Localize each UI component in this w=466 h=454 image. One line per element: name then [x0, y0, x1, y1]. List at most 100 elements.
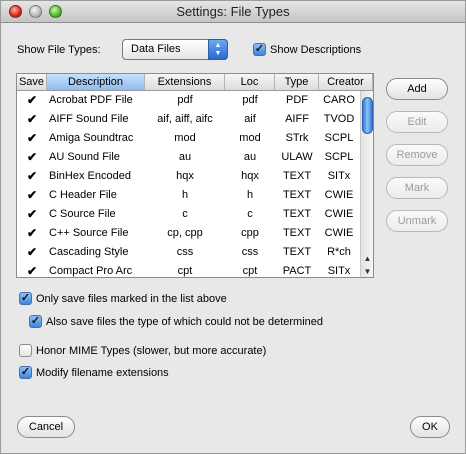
row-save-checkmark[interactable]: ✔ — [17, 262, 47, 277]
honor-mime-label[interactable]: Honor MIME Types (slower, but more accur… — [36, 345, 266, 357]
row-loc: c — [247, 208, 253, 220]
table-header: Save Description Extensions Loc Type Cre… — [17, 74, 373, 91]
column-header-description[interactable]: Description — [47, 74, 145, 90]
settings-window: Settings: File Types Show File Types: Da… — [0, 0, 466, 454]
updown-arrows-icon: ▲ ▼ — [208, 39, 228, 60]
row-type: AIFF — [285, 113, 309, 125]
row-description: BinHex Encoded — [49, 170, 131, 182]
row-save-checkmark[interactable]: ✔ — [17, 129, 47, 148]
row-save-checkmark[interactable]: ✔ — [17, 148, 47, 167]
row-type: TEXT — [282, 189, 312, 201]
also-save-label[interactable]: Also save files the type of which could … — [46, 316, 323, 328]
table-row[interactable]: ✔ Amiga Soundtrac mod mod STrk SCPL — [17, 129, 359, 148]
table-row[interactable]: ✔ C++ Source File cp, cpp cpp TEXT CWIE — [17, 224, 359, 243]
table-row[interactable]: ✔ Cascading Style css css TEXT R*ch — [17, 243, 359, 262]
show-descriptions-label[interactable]: Show Descriptions — [270, 44, 361, 56]
column-header-extensions[interactable]: Extensions — [145, 74, 225, 90]
row-creator: CWIE — [324, 227, 354, 239]
row-creator: CARO — [323, 94, 355, 106]
row-description: C Source File — [49, 208, 116, 220]
edit-button[interactable]: Edit — [386, 111, 448, 133]
scroll-up-arrow-icon[interactable]: ▲ — [361, 253, 373, 265]
row-loc: au — [243, 151, 257, 163]
row-creator: CWIE — [324, 189, 354, 201]
title-bar[interactable]: Settings: File Types — [1, 1, 465, 23]
row-type: TEXT — [282, 208, 312, 220]
table-row[interactable]: ✔ C Source File c c TEXT CWIE — [17, 205, 359, 224]
table-row[interactable]: ✔ BinHex Encoded hqx hqx TEXT SITx — [17, 167, 359, 186]
row-description: Amiga Soundtrac — [49, 132, 134, 144]
unmark-button[interactable]: Unmark — [386, 210, 448, 232]
row-description: Cascading Style — [49, 246, 129, 258]
row-description: Acrobat PDF File — [49, 94, 133, 106]
row-save-checkmark[interactable]: ✔ — [17, 186, 47, 205]
row-description: AIFF Sound File — [49, 113, 129, 125]
column-header-type[interactable]: Type — [275, 74, 319, 90]
row-description: C Header File — [49, 189, 117, 201]
row-extensions: h — [181, 189, 189, 201]
row-type: ULAW — [281, 151, 313, 163]
file-types-popup[interactable]: Data Files ▲ ▼ — [122, 39, 228, 60]
row-creator: R*ch — [327, 246, 351, 258]
row-save-checkmark[interactable]: ✔ — [17, 91, 47, 110]
table-row[interactable]: ✔ C Header File h h TEXT CWIE — [17, 186, 359, 205]
row-type: PACT — [282, 265, 312, 277]
row-save-checkmark[interactable]: ✔ — [17, 224, 47, 243]
row-loc: mod — [239, 132, 261, 144]
row-description: Compact Pro Arc — [49, 265, 133, 277]
modify-extensions-label[interactable]: Modify filename extensions — [36, 367, 169, 379]
row-extensions: hqx — [176, 170, 194, 182]
window-title: Settings: File Types — [176, 4, 290, 19]
show-descriptions-checkbox[interactable]: ✓ — [253, 43, 266, 56]
row-type: PDF — [286, 94, 308, 106]
row-loc: aif — [244, 113, 256, 125]
honor-mime-checkbox[interactable] — [19, 344, 32, 357]
row-extensions: c — [182, 208, 188, 220]
add-button[interactable]: Add — [386, 78, 448, 100]
row-loc: hqx — [241, 170, 259, 182]
row-extensions: css — [176, 246, 194, 258]
cancel-button[interactable]: Cancel — [17, 416, 75, 438]
scroll-down-arrow-icon[interactable]: ▼ — [361, 266, 373, 277]
also-save-checkbox[interactable]: ✓ — [29, 315, 42, 328]
row-save-checkmark[interactable]: ✔ — [17, 243, 47, 262]
table-row[interactable]: ✔ AIFF Sound File aif, aiff, aifc aif AIFF TV… — [17, 110, 359, 129]
column-header-loc[interactable]: Loc — [225, 74, 275, 90]
row-creator: SITx — [327, 265, 351, 277]
table-row[interactable]: ✔ Compact Pro Arc cpt cpt PACT SITx — [17, 262, 359, 277]
row-creator: SITx — [327, 170, 351, 182]
row-save-checkmark[interactable]: ✔ — [17, 167, 47, 186]
table-row[interactable]: ✔ AU Sound File au au ULAW SCPL — [17, 148, 359, 167]
table-row[interactable]: ✔ Acrobat PDF File pdf pdf PDF CARO — [17, 91, 359, 110]
table-scrollbar[interactable]: ▲ ▼ — [360, 91, 373, 277]
row-extensions: cpt — [177, 265, 193, 277]
row-description: C++ Source File — [49, 227, 129, 239]
scrollbar-thumb[interactable] — [362, 97, 373, 134]
mark-button[interactable]: Mark — [386, 177, 448, 199]
row-extensions: aif, aiff, aifc — [157, 113, 213, 125]
row-creator: CWIE — [324, 208, 354, 220]
file-types-table: Save Description Extensions Loc Type Cre… — [16, 73, 374, 278]
row-type: TEXT — [282, 246, 312, 258]
table-body: ✔ Acrobat PDF File pdf pdf PDF CARO ✔ AIFF Soun… — [17, 91, 359, 277]
only-save-checkbox[interactable]: ✓ — [19, 292, 32, 305]
file-types-popup-value: Data Files — [131, 43, 181, 55]
remove-button[interactable]: Remove — [386, 144, 448, 166]
row-extensions: cp, cpp — [167, 227, 203, 239]
modify-extensions-checkbox[interactable]: ✓ — [19, 366, 32, 379]
ok-button[interactable]: OK — [410, 416, 450, 438]
column-header-creator[interactable]: Creator — [319, 74, 373, 90]
row-type: STrk — [285, 132, 309, 144]
row-save-checkmark[interactable]: ✔ — [17, 110, 47, 129]
row-creator: SCPL — [324, 151, 354, 163]
row-loc: cpt — [242, 265, 258, 277]
row-type: TEXT — [282, 227, 312, 239]
row-loc: pdf — [242, 94, 258, 106]
column-header-save[interactable]: Save — [17, 74, 47, 90]
row-description: AU Sound File — [49, 151, 120, 163]
show-file-types-label: Show File Types: — [17, 44, 101, 56]
row-creator: SCPL — [324, 132, 354, 144]
row-save-checkmark[interactable]: ✔ — [17, 205, 47, 224]
row-loc: css — [241, 246, 259, 258]
only-save-label[interactable]: Only save files marked in the list above — [36, 293, 227, 305]
